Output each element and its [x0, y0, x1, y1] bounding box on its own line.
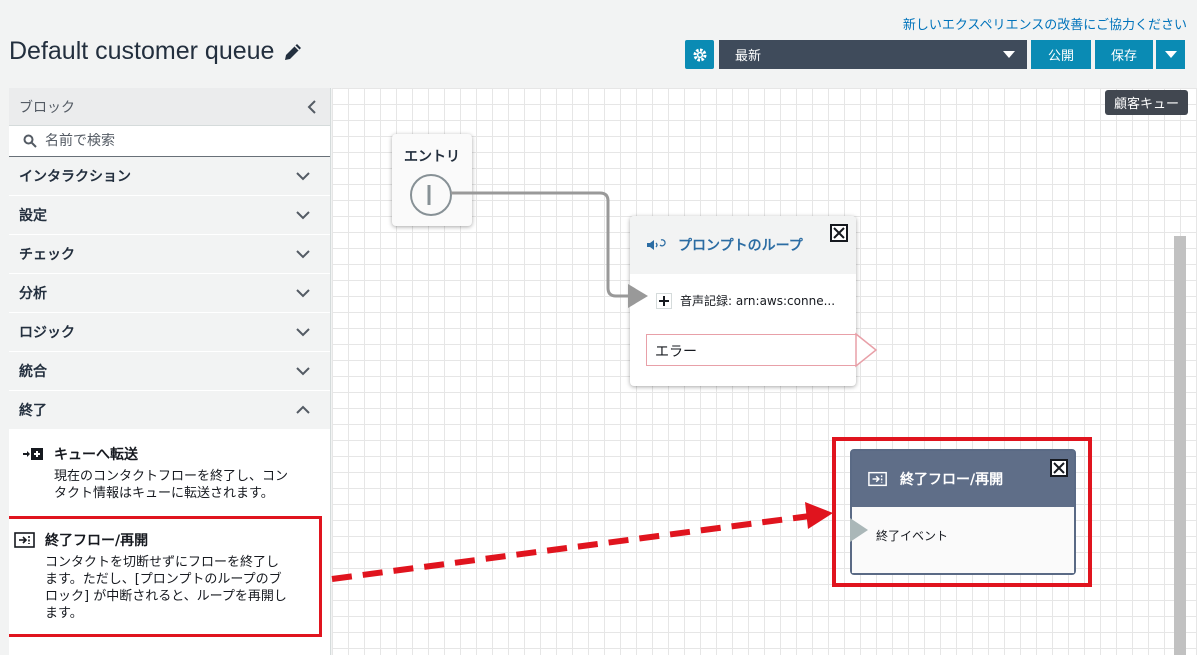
save-button[interactable]: 保存 [1095, 40, 1153, 69]
block-item-transfer-to-queue[interactable]: キューへ転送 現在のコンタクトフローを終了し、コン タクト情報はキューに転送され… [9, 430, 330, 502]
category-label: インタラクション [19, 169, 131, 185]
end-flow-resume-icon [14, 532, 35, 548]
page-title-area: Default customer queue [9, 37, 304, 66]
loop-prompts-block[interactable]: プロンプトのループ 音声記録: arn:aws:conne... エラー [630, 216, 856, 386]
category-label: 設定 [19, 208, 47, 224]
block-item-description: コンタクトを切断せずにフローを終了し ます。ただし、[プロンプトのループのブ ロ… [45, 554, 311, 622]
close-button[interactable] [830, 224, 848, 242]
error-branch[interactable]: エラー [646, 334, 856, 366]
category-interaction[interactable]: インタラクション [9, 157, 330, 196]
search-input[interactable] [45, 133, 305, 149]
category-check[interactable]: チェック [9, 235, 330, 274]
chevron-left-icon[interactable] [306, 99, 320, 114]
end-flow-resume-body: 終了イベント [852, 507, 1074, 573]
prompt-branch-label: 音声記録: arn:aws:conne... [680, 294, 836, 308]
close-icon [833, 227, 845, 239]
entry-block[interactable]: エントリ [392, 134, 472, 226]
description-line: タクト情報はキューに転送されます。 [54, 486, 274, 501]
block-item-description: 現在のコンタクトフローを終了し、コン タクト情報はキューに転送されます。 [54, 468, 320, 502]
settings-button[interactable] [685, 40, 714, 69]
chevron-down-icon [296, 211, 310, 220]
description-line: 現在のコンタクトフローを終了し、コン [54, 469, 289, 484]
feedback-link[interactable]: 新しいエクスペリエンスの改善にご協力ください [903, 14, 1187, 33]
error-branch-label: エラー [655, 344, 697, 360]
chevron-down-icon [296, 367, 310, 376]
category-label: 終了 [19, 403, 47, 419]
speaker-loop-icon [647, 239, 666, 250]
caret-down-icon [1164, 50, 1177, 58]
entry-start-icon [427, 185, 431, 205]
search-icon [23, 134, 37, 148]
loop-prompts-header: プロンプトのループ [630, 216, 856, 274]
block-sidebar: ブロック インタラクション 設定 チェック 分析 ロジック 統合 終了 キューへ… [9, 88, 331, 655]
chevron-down-icon [296, 328, 310, 337]
plus-icon [656, 292, 672, 309]
chevron-down-icon [296, 250, 310, 259]
description-line: ロック] が中断されると、ループを再開し [45, 589, 287, 604]
entry-label: エントリ [404, 149, 460, 165]
edit-pencil-icon[interactable] [282, 41, 304, 63]
header: 新しいエクスペリエンスの改善にご協力ください Default customer … [0, 0, 1197, 88]
search-box [9, 126, 330, 157]
description-line: ます。ただし、[プロンプトのループのブ [45, 572, 282, 587]
close-icon [1053, 462, 1065, 474]
category-analyze[interactable]: 分析 [9, 274, 330, 313]
publish-button[interactable]: 公開 [1031, 40, 1091, 69]
flow-canvas[interactable]: 顧客キュー エントリ プロンプトのループ 音声記録: arn:aws:conne… [332, 88, 1197, 655]
close-button[interactable] [1050, 459, 1068, 477]
toolbar: 最新 公開 保存 [685, 40, 1185, 69]
version-select[interactable]: 最新 [719, 40, 1027, 69]
version-select-value: 最新 [735, 49, 762, 64]
category-label: 統合 [19, 364, 47, 380]
category-label: チェック [19, 247, 75, 263]
end-flow-resume-icon [868, 471, 887, 487]
save-dropdown-button[interactable] [1156, 40, 1185, 69]
end-flow-resume-header: 終了フロー/再開 [852, 451, 1074, 507]
category-integrate[interactable]: 統合 [9, 352, 330, 391]
category-label: ロジック [19, 325, 75, 341]
category-label: 分析 [19, 286, 47, 302]
category-terminate[interactable]: 終了 [9, 391, 330, 430]
prompt-branch[interactable]: 音声記録: arn:aws:conne... [656, 292, 835, 309]
chevron-down-icon [296, 172, 310, 181]
caret-down-icon [1003, 50, 1015, 58]
end-event-label: 終了イベント [876, 529, 949, 543]
sidebar-header: ブロック [9, 88, 330, 126]
vertical-scrollbar[interactable] [1174, 236, 1186, 655]
block-item-end-flow-resume[interactable]: 終了フロー/再開 コンタクトを切断せずにフローを終了し ます。ただし、[プロンプ… [9, 516, 322, 637]
category-logic[interactable]: ロジック [9, 313, 330, 352]
chevron-down-icon [296, 289, 310, 298]
description-line: ます。 [45, 606, 83, 621]
gear-icon [693, 48, 706, 61]
loop-prompts-title: プロンプトのループ [678, 238, 803, 254]
sidebar-title: ブロック [19, 99, 75, 116]
category-set[interactable]: 設定 [9, 196, 330, 235]
page-title: Default customer queue [9, 37, 275, 65]
flow-type-tag: 顧客キュー [1104, 90, 1188, 115]
transfer-to-queue-icon [23, 448, 43, 460]
description-line: コンタクトを切断せずにフローを終了し [45, 555, 280, 570]
entry-port[interactable] [410, 174, 452, 216]
chevron-up-icon [296, 405, 310, 414]
end-flow-resume-block[interactable]: 終了フロー/再開 終了イベント [850, 449, 1076, 575]
end-flow-resume-title: 終了フロー/再開 [900, 472, 1004, 488]
block-item-name: 終了フロー/再開 [45, 533, 149, 549]
block-item-name: キューへ転送 [54, 447, 138, 463]
